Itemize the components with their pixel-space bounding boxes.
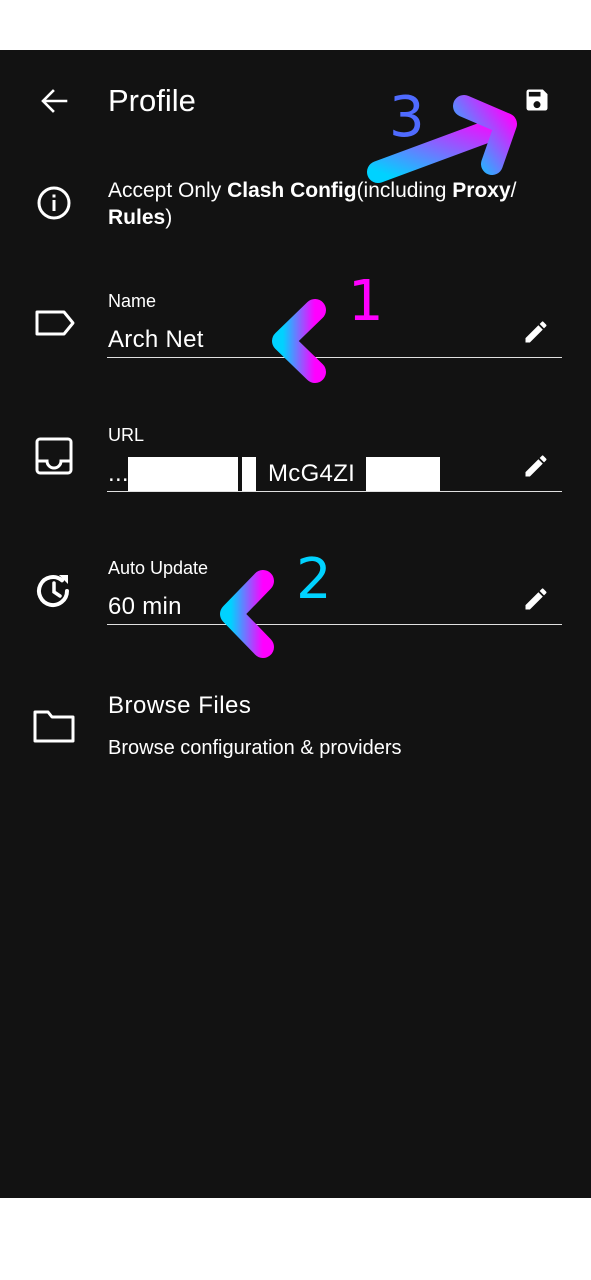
annotation-number-1: 1 [348,269,384,334]
annotation-number-3: 3 [389,85,425,150]
annotation-number-2: 2 [296,547,332,612]
annotation-overlay: 1 2 3 [220,85,517,658]
